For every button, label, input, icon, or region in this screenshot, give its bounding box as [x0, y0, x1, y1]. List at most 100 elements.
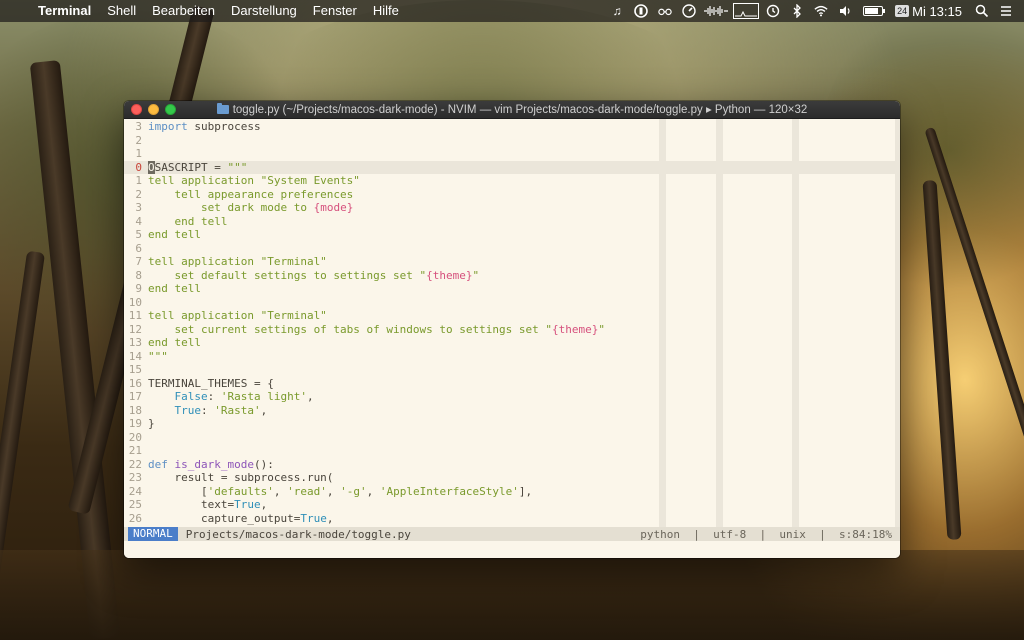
spotlight-search-icon[interactable] — [970, 0, 994, 22]
menu-app-terminal[interactable]: Terminal — [30, 0, 99, 22]
code-line[interactable]: 20 — [124, 431, 900, 445]
code-line[interactable]: 13 end tell — [124, 336, 900, 350]
line-number: 23 — [128, 471, 142, 484]
window-titlebar[interactable]: toggle.py (~/Projects/macos-dark-mode) -… — [124, 101, 900, 119]
clock: Mi 13:15 — [912, 3, 962, 19]
code-line[interactable]: 10 — [124, 296, 900, 310]
menu-darstellung[interactable]: Darstellung — [223, 0, 305, 22]
code-line[interactable]: 12 set current settings of tabs of windo… — [124, 323, 900, 337]
code-line[interactable]: 16 TERMINAL_THEMES = { — [124, 377, 900, 391]
close-button[interactable] — [131, 104, 142, 115]
code-line[interactable]: 19} — [124, 417, 900, 431]
command-line[interactable] — [124, 541, 900, 558]
current-line[interactable]: 0 OSASCRIPT = """ — [124, 160, 900, 174]
line-code: tell application "System Events" — [148, 174, 360, 187]
code-line[interactable]: 14 """ — [124, 350, 900, 364]
code-line[interactable]: 8 set default settings to settings set "… — [124, 269, 900, 283]
code-line[interactable]: 25 text=True, — [124, 498, 900, 512]
editor-buffer[interactable]: 3 import subprocess 2 1 0 OSASCRIPT = """ 1 tel… — [124, 119, 900, 527]
code-lines: 3 import subprocess 2 1 0 OSASCRIPT = """ 1 tel… — [124, 119, 900, 525]
mode-indicator: NORMAL — [128, 527, 178, 541]
line-code: False: 'Rasta light', — [174, 390, 314, 403]
menu-shell[interactable]: Shell — [99, 0, 144, 22]
wifi-icon[interactable] — [809, 0, 833, 22]
menu-fenster[interactable]: Fenster — [305, 0, 365, 22]
window-title: toggle.py (~/Projects/macos-dark-mode) -… — [124, 101, 900, 119]
line-code: OSASCRIPT = """ — [148, 160, 248, 174]
activity-monitor-icon[interactable] — [731, 0, 761, 22]
volume-icon[interactable] — [833, 0, 857, 22]
code-line[interactable]: 6 — [124, 242, 900, 256]
line-code: set default settings to settings set "{t… — [148, 268, 480, 282]
zoom-button[interactable] — [165, 104, 176, 115]
line-number: 2 — [135, 187, 142, 201]
circle-logo-icon[interactable] — [629, 0, 653, 22]
minimize-button[interactable] — [148, 104, 159, 115]
line-number: 22 — [128, 457, 142, 471]
code-line[interactable]: 7 tell application "Terminal" — [124, 255, 900, 269]
battery-icon[interactable] — [863, 6, 886, 16]
line-code: result = subprocess.run( — [148, 471, 334, 484]
music-note-icon[interactable]: ♫ — [605, 0, 629, 22]
code-line[interactable]: 3 import subprocess — [124, 120, 900, 134]
line-number: 24 — [128, 484, 142, 498]
line-number: 9 — [135, 282, 142, 295]
code-line[interactable]: 2 tell appearance preferences — [124, 188, 900, 202]
gauge-icon[interactable] — [677, 0, 701, 22]
line-number: 10 — [128, 295, 142, 309]
code-line[interactable]: 1 tell application "System Events" — [124, 174, 900, 188]
line-code: end tell — [148, 282, 201, 295]
file-path: Projects/macos-dark-mode/toggle.py — [185, 527, 411, 541]
code-line[interactable]: 11 tell application "Terminal" — [124, 309, 900, 323]
line-code: """ — [148, 349, 168, 363]
code-line[interactable]: 21 — [124, 444, 900, 458]
line-number: 6 — [135, 241, 142, 255]
code-line[interactable]: 3 set dark mode to {mode} — [124, 201, 900, 215]
code-line[interactable]: 2 — [124, 134, 900, 148]
line-code: def is_dark_mode(): — [148, 457, 274, 471]
notification-center-icon[interactable] — [994, 0, 1018, 22]
menu-bearbeiten[interactable]: Bearbeiten — [144, 0, 223, 22]
code-line[interactable]: 9 end tell — [124, 282, 900, 296]
line-number: 1 — [135, 147, 142, 160]
date-clock[interactable]: 24 Mi 13:15 — [895, 4, 970, 19]
line-code: } — [148, 417, 155, 430]
line-code: ['defaults', 'read', '-g', 'AppleInterfa… — [148, 484, 533, 498]
line-number: 11 — [128, 309, 142, 322]
cursor-position: 4:1 — [858, 527, 879, 541]
code-line[interactable]: 17 False: 'Rasta light', — [124, 390, 900, 404]
code-line[interactable]: 23 result = subprocess.run( — [124, 471, 900, 485]
window-title-text: toggle.py (~/Projects/macos-dark-mode) -… — [232, 104, 808, 116]
glasses-icon[interactable] — [653, 0, 677, 22]
time-machine-icon[interactable] — [761, 0, 785, 22]
code-line[interactable]: 1 — [124, 147, 900, 161]
code-line[interactable]: 24 ['defaults', 'read', '-g', 'AppleInte… — [124, 485, 900, 499]
calendar-day-badge: 24 — [895, 5, 910, 17]
line-number: 21 — [128, 444, 142, 457]
status-area: ♫ 24 Mi 13:15 — [605, 0, 1024, 22]
line-number: 7 — [135, 255, 142, 268]
line-number: 12 — [128, 322, 142, 336]
line-code: tell application "Terminal" — [148, 309, 327, 322]
line-code: set current settings of tabs of windows … — [148, 322, 605, 336]
code-line[interactable]: 26 capture_output=True, — [124, 512, 900, 526]
code-line[interactable]: 15 — [124, 363, 900, 377]
code-line[interactable]: 5 end tell — [124, 228, 900, 242]
menu-hilfe[interactable]: Hilfe — [365, 0, 407, 22]
line-number: 20 — [128, 430, 142, 444]
code-line[interactable]: 18 True: 'Rasta', — [124, 404, 900, 418]
terminal-window[interactable]: toggle.py (~/Projects/macos-dark-mode) -… — [124, 101, 900, 558]
audio-waveform-icon[interactable] — [701, 0, 731, 22]
code-line[interactable]: 4 end tell — [124, 215, 900, 229]
line-code: end tell — [148, 336, 201, 349]
bluetooth-icon[interactable] — [785, 0, 809, 22]
scroll-percent: 8% — [878, 527, 892, 541]
code-line[interactable]: 22 def is_dark_mode(): — [124, 458, 900, 472]
line-number: 19 — [128, 417, 142, 430]
line-number: 17 — [128, 390, 142, 403]
